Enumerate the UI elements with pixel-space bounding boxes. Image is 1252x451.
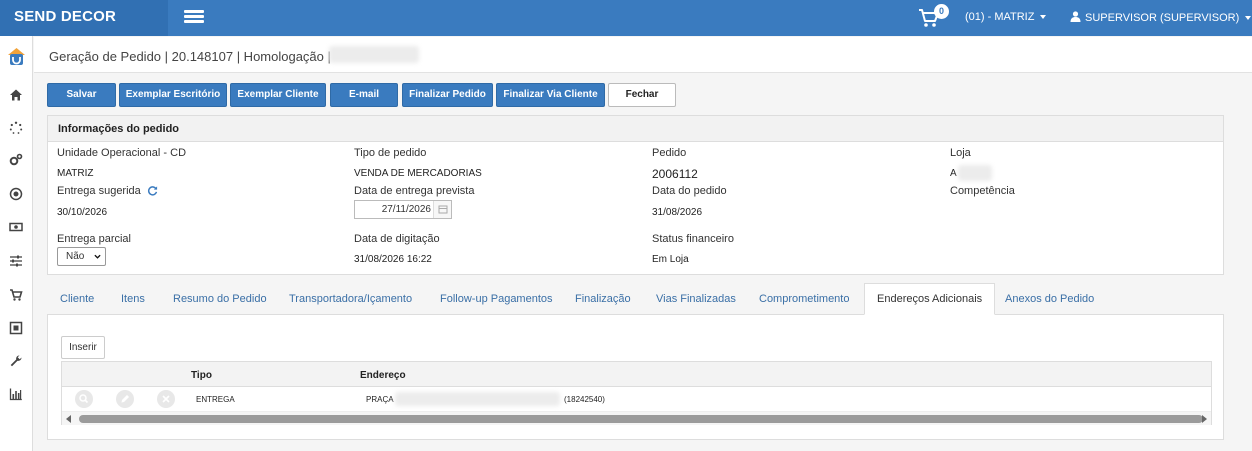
breadcrumb: Geração de Pedido | 20.148107 | Homologa… bbox=[34, 37, 1252, 73]
office-copy-button[interactable]: Exemplar Escritório bbox=[119, 83, 227, 107]
screen-icon[interactable] bbox=[9, 321, 23, 335]
store-label: Loja bbox=[950, 147, 971, 159]
app-logo-icon[interactable] bbox=[6, 46, 27, 67]
cell-type: ENTREGA bbox=[196, 395, 235, 404]
target-icon[interactable] bbox=[9, 187, 23, 201]
home-icon[interactable] bbox=[9, 88, 23, 102]
finalize-order-button[interactable]: Finalizar Pedido bbox=[402, 83, 493, 107]
gears-icon[interactable] bbox=[9, 153, 23, 167]
store-value: A bbox=[950, 168, 957, 179]
table-row[interactable]: ENTREGA PRAÇA (18242540) bbox=[62, 387, 1211, 412]
redacted-area bbox=[329, 46, 419, 63]
cell-address-prefix: PRAÇA bbox=[366, 395, 394, 404]
close-button[interactable]: Fechar bbox=[608, 83, 676, 107]
money-icon[interactable] bbox=[9, 220, 23, 234]
scroll-right-icon[interactable] bbox=[1202, 415, 1207, 423]
cart-count-badge: 0 bbox=[934, 4, 949, 19]
suggested-delivery-label: Entrega sugerida bbox=[57, 185, 141, 197]
finalize-client-button[interactable]: Finalizar Via Cliente bbox=[496, 83, 605, 107]
expected-delivery-input[interactable]: 27/11/2026 bbox=[354, 200, 452, 219]
typing-date-value: 31/08/2026 16:22 bbox=[354, 254, 432, 265]
sidebar bbox=[0, 36, 33, 451]
tab-bar: Cliente Itens Resumo do Pedido Transport… bbox=[47, 283, 1224, 315]
typing-date-label: Data de digitação bbox=[354, 233, 440, 245]
loading-icon[interactable] bbox=[9, 121, 23, 135]
horizontal-scrollbar[interactable] bbox=[62, 412, 1211, 425]
shopping-cart-icon[interactable] bbox=[9, 288, 23, 302]
tab-itens[interactable]: Itens bbox=[121, 293, 145, 305]
redacted-area bbox=[395, 392, 560, 406]
tab-transportadora[interactable]: Transportadora/Içamento bbox=[289, 293, 412, 305]
column-header-address: Endereço bbox=[360, 370, 406, 381]
chevron-down-icon bbox=[1245, 16, 1252, 21]
store-selector-label: (01) - MATRIZ bbox=[965, 11, 1035, 23]
client-copy-button[interactable]: Exemplar Cliente bbox=[230, 83, 326, 107]
menu-icon[interactable] bbox=[184, 10, 204, 24]
edit-icon[interactable] bbox=[116, 390, 134, 408]
tab-cliente[interactable]: Cliente bbox=[60, 293, 94, 305]
save-button[interactable]: Salvar bbox=[47, 83, 116, 107]
insert-button[interactable]: Inserir bbox=[61, 336, 105, 359]
user-icon bbox=[1070, 11, 1081, 22]
expected-delivery-label: Data de entrega prevista bbox=[354, 185, 475, 197]
financial-status-label: Status financeiro bbox=[652, 233, 734, 245]
store-selector[interactable]: (01) - MATRIZ bbox=[965, 11, 1047, 23]
competence-label: Competência bbox=[950, 185, 1015, 197]
tab-resumo[interactable]: Resumo do Pedido bbox=[173, 293, 267, 305]
email-button[interactable]: E-mail bbox=[330, 83, 398, 107]
unit-label: Unidade Operacional - CD bbox=[57, 147, 187, 159]
chevron-down-icon bbox=[1040, 15, 1047, 20]
view-icon[interactable] bbox=[75, 390, 93, 408]
order-label: Pedido bbox=[652, 147, 687, 159]
delete-icon[interactable] bbox=[157, 390, 175, 408]
brand-logo[interactable]: SEND DECOR bbox=[0, 0, 168, 36]
partial-delivery-select[interactable]: Não bbox=[57, 247, 106, 266]
wrench-icon[interactable] bbox=[9, 354, 23, 368]
tab-vias-finalizadas[interactable]: Vias Finalizadas bbox=[656, 293, 736, 305]
order-info-panel: Informações do pedido Unidade Operaciona… bbox=[47, 115, 1224, 275]
order-type-value: VENDA DE MERCADORIAS bbox=[354, 168, 482, 179]
tab-anexos[interactable]: Anexos do Pedido bbox=[1005, 293, 1094, 305]
partial-delivery-value: Não bbox=[66, 251, 85, 262]
order-date-label: Data do pedido bbox=[652, 185, 727, 197]
tab-finalizacao[interactable]: Finalização bbox=[575, 293, 631, 305]
page-title: Geração de Pedido | 20.148107 | Homologa… bbox=[49, 49, 331, 64]
addresses-grid: Tipo Endereço ENTREGA PRAÇA (18242540) bbox=[61, 361, 1212, 425]
partial-delivery-label: Entrega parcial bbox=[57, 233, 131, 245]
calendar-icon[interactable] bbox=[433, 201, 451, 218]
tab-follow-up[interactable]: Follow-up Pagamentos bbox=[440, 293, 553, 305]
scrollbar-thumb[interactable] bbox=[79, 415, 1203, 423]
order-value: 2006112 bbox=[652, 167, 698, 181]
addresses-panel: Inserir Tipo Endereço ENTREGA PRAÇA (182… bbox=[47, 315, 1224, 440]
grid-header: Tipo Endereço bbox=[62, 362, 1211, 387]
suggested-delivery-value: 30/10/2026 bbox=[57, 207, 108, 218]
user-menu-label: SUPERVISOR (SUPERVISOR) bbox=[1085, 12, 1240, 24]
chevron-down-icon bbox=[94, 254, 101, 259]
redacted-area bbox=[958, 165, 992, 181]
financial-status-value: Em Loja bbox=[652, 254, 689, 265]
order-type-label: Tipo de pedido bbox=[354, 147, 427, 159]
user-menu[interactable]: SUPERVISOR (SUPERVISOR) bbox=[1070, 11, 1252, 24]
refresh-icon[interactable] bbox=[147, 185, 158, 196]
expected-delivery-value: 27/11/2026 bbox=[381, 204, 431, 215]
order-info-title: Informações do pedido bbox=[48, 116, 1223, 142]
unit-value: MATRIZ bbox=[57, 168, 94, 179]
tab-enderecos-adicionais[interactable]: Endereços Adicionais bbox=[864, 283, 996, 315]
scroll-left-icon[interactable] bbox=[66, 415, 71, 423]
tab-comprometimento[interactable]: Comprometimento bbox=[759, 293, 849, 305]
column-header-type: Tipo bbox=[191, 370, 212, 381]
order-date-value: 31/08/2026 bbox=[652, 207, 703, 218]
top-bar: SEND DECOR 0 (01) - MATRIZ SUPERVISOR (S… bbox=[0, 0, 1252, 36]
bar-chart-icon[interactable] bbox=[9, 387, 23, 401]
sliders-icon[interactable] bbox=[9, 254, 23, 268]
cell-address-suffix: (18242540) bbox=[564, 395, 605, 404]
